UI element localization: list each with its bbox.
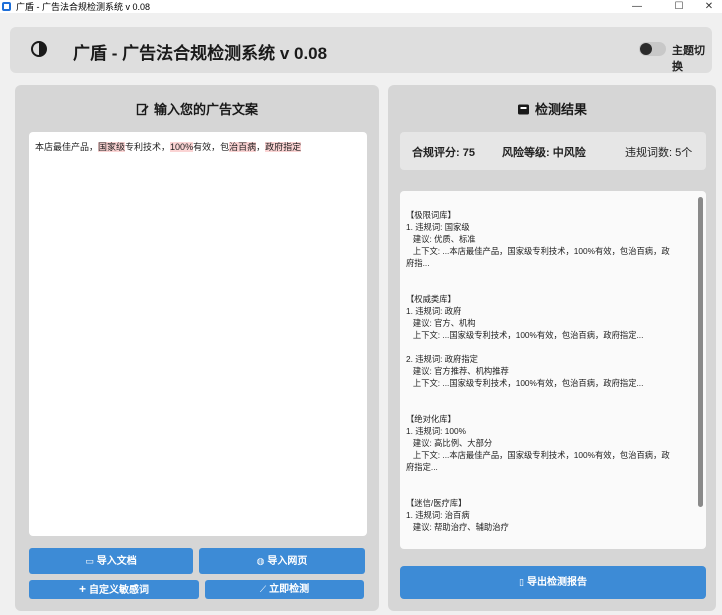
detect-now-button[interactable]: ⟋ 立即检测 xyxy=(205,580,364,599)
result-spacer xyxy=(406,269,700,281)
app-title: 广盾 - 广告法合规检测系统 v 0.08 xyxy=(73,44,328,63)
maximize-button[interactable]: ☐ xyxy=(664,0,694,13)
result-line: 上下文: ...国家级专利技术，100%有效，包治百病，政府指定... xyxy=(406,378,644,388)
close-button[interactable]: ✕ xyxy=(694,0,722,13)
results-list[interactable]: 【极限词库】 1. 违规词: 国家级 建议: 优质、标准 上下文: ...本店最佳… xyxy=(400,191,706,549)
flagged-word: 治百病 xyxy=(229,142,257,152)
result-category-heading: 【迷信/医疗库】 xyxy=(406,498,467,508)
app-header: 广盾 - 广告法合规检测系统 v 0.08 主题切换 xyxy=(10,27,712,73)
result-panel-title-text: 检测结果 xyxy=(534,102,587,117)
result-line: 建议: 帮助治疗、辅助治疗 xyxy=(406,522,509,532)
theme-toggle-label: 主题切换 xyxy=(672,45,705,73)
app-icon xyxy=(2,2,11,11)
violation-count: 违规词数: 5个 xyxy=(625,147,693,159)
result-line: 府指定... xyxy=(406,462,438,472)
risk-level: 风险等级: 中风险 xyxy=(502,147,586,159)
result-category-heading: 【权威类库】 xyxy=(406,294,456,304)
result-line: 1. 违规词: 政府 xyxy=(406,306,462,316)
export-report-button[interactable]: ▯ 导出检测报告 xyxy=(400,566,706,599)
edit-document-icon xyxy=(136,103,149,116)
score-summary: 合规评分: 75 风险等级: 中风险 违规词数: 5个 xyxy=(400,132,706,170)
import-document-button[interactable]: ▭ 导入文档 xyxy=(29,548,193,574)
result-line: 府指... xyxy=(406,258,430,268)
result-line: 1. 违规词: 100% xyxy=(406,426,466,436)
report-icon xyxy=(517,104,529,115)
result-panel-title: 检测结果 xyxy=(388,99,716,118)
input-panel-title-text: 输入您的广告文案 xyxy=(153,102,258,117)
results-scrollbar[interactable] xyxy=(698,197,703,507)
import-webpage-button[interactable]: ◍ 导入网页 xyxy=(199,548,365,574)
import-webpage-label: 导入网页 xyxy=(267,556,308,567)
result-line: 1. 违规词: 治百病 xyxy=(406,510,470,520)
result-panel: 检测结果 合规评分: 75 风险等级: 中风险 违规词数: 5个 【极限词库】 1… xyxy=(388,85,716,611)
result-line: 建议: 高比例、大部分 xyxy=(406,438,493,448)
result-line: 上下文: ...本店最佳产品，国家级专利技术，100%有效，包治百病，政 xyxy=(406,450,670,460)
import-document-label: 导入文档 xyxy=(96,556,137,567)
result-spacer xyxy=(406,389,700,401)
ad-copy-input[interactable]: 本店最佳产品，国家级专利技术，100%有效，包治百病，政府指定 xyxy=(29,132,367,536)
magic-wand-icon: ⟋ xyxy=(259,584,267,594)
result-category-heading: 【极限词库】 xyxy=(406,210,456,220)
flagged-word: 国家级 xyxy=(98,142,126,152)
result-line: 建议: 官方、机构 xyxy=(406,318,476,328)
result-spacer xyxy=(406,341,700,353)
custom-words-button[interactable]: + 自定义敏感词 xyxy=(29,580,199,599)
detect-now-label: 立即检测 xyxy=(269,584,310,595)
document-icon: ▭ xyxy=(85,556,94,566)
result-line: 上下文: ...本店最佳产品，国家级专利技术，100%有效，包治百病，政 xyxy=(406,246,670,256)
result-line: 建议: 优质、标准 xyxy=(406,234,476,244)
result-category-heading: 【绝对化库】 xyxy=(406,414,456,424)
input-panel-title: 输入您的广告文案 xyxy=(15,99,379,118)
flagged-word: 政府指定 xyxy=(265,142,302,152)
result-line: 1. 违规词: 国家级 xyxy=(406,222,470,232)
export-icon: ▯ xyxy=(519,577,524,587)
shield-icon xyxy=(31,41,47,57)
result-line: 2. 违规词: 政府指定 xyxy=(406,354,478,364)
minimize-button[interactable]: — xyxy=(622,0,652,13)
text-segment: 有效，包 xyxy=(193,142,230,152)
window-title: 广盾 - 广告法合规检测系统 v 0.08 xyxy=(16,2,151,12)
flagged-word: 100% xyxy=(170,142,194,152)
export-report-label: 导出检测报告 xyxy=(526,577,587,588)
compliance-score: 合规评分: 75 xyxy=(412,147,475,159)
input-panel: 输入您的广告文案 本店最佳产品，国家级专利技术，100%有效，包治百病，政府指定… xyxy=(15,85,379,611)
result-line: 上下文: ...国家级专利技术，100%有效，包治百病，政府指定... xyxy=(406,330,644,340)
toggle-knob xyxy=(640,43,652,55)
text-segment: 本店最佳产品， xyxy=(35,142,99,152)
plus-icon: + xyxy=(78,582,86,596)
result-spacer xyxy=(406,473,700,485)
globe-icon: ◍ xyxy=(256,556,265,566)
text-segment: ， xyxy=(256,142,266,152)
custom-words-label: 自定义敏感词 xyxy=(89,585,149,596)
result-line: 建议: 官方推荐、机构推荐 xyxy=(406,366,509,376)
theme-toggle[interactable] xyxy=(639,42,666,56)
text-segment: 专利技术， xyxy=(125,142,171,152)
window-titlebar: 广盾 - 广告法合规检测系统 v 0.08 — ☐ ✕ xyxy=(0,0,722,13)
